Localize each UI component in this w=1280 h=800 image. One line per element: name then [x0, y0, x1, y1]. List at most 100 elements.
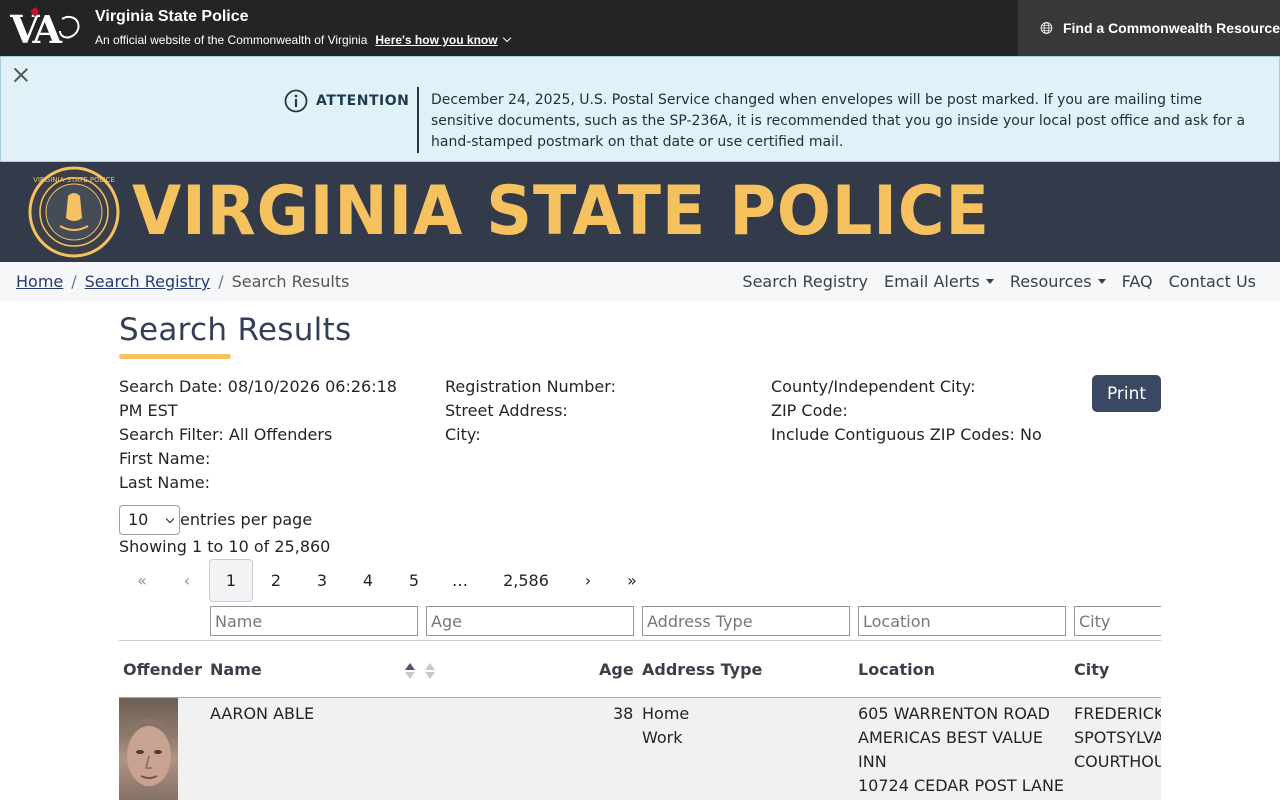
city-filter-input[interactable]	[1074, 606, 1161, 636]
official-site-text: An official website of the Commonwealth …	[95, 33, 368, 47]
offender-name[interactable]: AARON ABLE	[210, 702, 314, 726]
caret-down-icon	[1097, 279, 1106, 284]
agency-title: Virginia State Police	[95, 8, 249, 25]
commonwealth-bar: VA Virginia State Police An official web…	[0, 0, 1280, 56]
first-name-criteria: First Name:	[119, 449, 211, 468]
page-button-3[interactable]: 3	[299, 559, 345, 602]
attention-banner: ATTENTION December 24, 2025, U.S. Postal…	[0, 56, 1280, 162]
search-criteria-col2: Registration Number: Street Address: Cit…	[445, 375, 745, 447]
nav-resources-label: Resources	[1009, 272, 1092, 291]
find-resource-button[interactable]: Find a Commonwealth Resource	[1018, 0, 1280, 56]
location-cell: 605 WARRENTON ROAD AMERICAS BEST VALUE I…	[858, 702, 1064, 798]
search-criteria-col3: County/Independent City: ZIP Code: Inclu…	[771, 375, 1091, 447]
table-row[interactable]: AARON ABLE 38 Home Work 605 WARRENTON RO…	[119, 698, 1161, 800]
nav-email-alerts-label: Email Alerts	[883, 272, 980, 291]
location-line: INN	[858, 752, 887, 771]
breadcrumb: Home / Search Registry / Search Results	[16, 272, 349, 291]
entries-per-page-value: 10	[128, 510, 149, 529]
caret-down-icon	[985, 279, 994, 284]
results-table: Offender Name Age Address Type Location …	[119, 640, 1161, 800]
nav-faq[interactable]: FAQ	[1122, 272, 1153, 291]
city-criteria: City:	[445, 425, 481, 444]
last-name-criteria: Last Name:	[119, 473, 211, 492]
nav-contact-us[interactable]: Contact Us	[1169, 272, 1256, 291]
navbar: Home / Search Registry / Search Results Sear…	[0, 262, 1280, 302]
chevron-down-icon	[165, 514, 175, 524]
breadcrumb-separator: /	[71, 272, 77, 291]
column-header-name[interactable]: Name	[210, 660, 262, 679]
county-criteria: County/Independent City:	[771, 377, 976, 396]
site-title: VIRGINIA STATE POLICE	[132, 172, 990, 251]
seal-text: VIRGINIA STATE POLICE	[33, 176, 115, 184]
location-line: 10724 CEDAR POST LANE	[858, 776, 1065, 795]
city-line: COURTHOUSE	[1074, 752, 1161, 771]
location-filter-input[interactable]	[858, 606, 1066, 636]
close-icon[interactable]	[11, 65, 31, 85]
how-you-know-toggle[interactable]: Here's how you know	[375, 33, 511, 47]
main-nav: Search Registry Email Alerts Resources F…	[742, 272, 1256, 291]
how-you-know-label: Here's how you know	[375, 33, 498, 47]
zip-code-criteria: ZIP Code:	[771, 401, 848, 420]
sort-ascending-icon[interactable]	[403, 662, 417, 680]
site-header-banner: VIRGINIA STATE POLICE VIRGINIA STATE POL…	[0, 162, 1280, 262]
showing-count: Showing 1 to 10 of 25,860	[119, 537, 331, 556]
address-type-cell: Home Work	[642, 702, 689, 750]
nav-email-alerts[interactable]: Email Alerts	[884, 272, 994, 291]
title-underline	[119, 354, 231, 359]
entries-per-page-select[interactable]: 10	[119, 505, 180, 535]
info-icon	[284, 89, 308, 113]
search-criteria-col1: Search Date: 08/10/2026 06:26:18 PM EST …	[119, 375, 419, 495]
page-button-last-number[interactable]: 2,586	[483, 559, 569, 602]
column-header-location[interactable]: Location	[858, 660, 935, 679]
column-header-city[interactable]: City	[1074, 660, 1109, 679]
attention-label: ATTENTION	[316, 93, 410, 109]
offender-age: 38	[613, 704, 634, 723]
official-site-notice: An official website of the Commonwealth …	[95, 33, 511, 47]
city-line: FREDERICKSBURG	[1074, 704, 1161, 723]
address-type-home: Home	[642, 704, 690, 723]
name-filter-input[interactable]	[210, 606, 418, 636]
offender-photo[interactable]	[119, 698, 178, 800]
location-line: 605 WARRENTON ROAD	[858, 704, 1050, 723]
contiguous-zip-criteria: Include Contiguous ZIP Codes: No	[771, 425, 1042, 444]
address-type-work: Work	[642, 728, 683, 747]
city-cell: FREDERICKSBURG SPOTSYLVANIA COURTHOUSE	[1074, 702, 1161, 774]
globe-icon	[1040, 22, 1053, 34]
address-type-filter-input[interactable]	[642, 606, 850, 636]
state-police-seal-icon[interactable]: VIRGINIA STATE POLICE	[28, 166, 120, 258]
breadcrumb-home-link[interactable]: Home	[16, 272, 63, 291]
entries-per-page-label: entries per page	[180, 510, 313, 529]
sort-icon[interactable]	[423, 662, 437, 680]
page-button-4[interactable]: 4	[345, 559, 391, 602]
page-title: Search Results	[119, 312, 352, 348]
offender-face-image	[127, 719, 171, 786]
location-line: AMERICAS BEST VALUE	[858, 728, 1043, 747]
page-last-button[interactable]: »	[607, 559, 657, 602]
breadcrumb-separator: /	[218, 272, 224, 291]
page-prev-button[interactable]: ‹	[165, 559, 209, 602]
page-first-button[interactable]: «	[119, 559, 165, 602]
breadcrumb-current: Search Results	[231, 272, 350, 291]
attention-message: December 24, 2025, U.S. Postal Service c…	[431, 92, 1246, 150]
nav-search-registry[interactable]: Search Registry	[742, 272, 868, 291]
chevron-down-icon	[502, 33, 511, 43]
street-address-criteria: Street Address:	[445, 401, 568, 420]
page-ellipsis: …	[452, 571, 468, 590]
virginia-logo-icon[interactable]: VA	[10, 5, 82, 49]
page-button-5[interactable]: 5	[391, 559, 437, 602]
page-next-button[interactable]: ›	[569, 559, 607, 602]
search-filter: Search Filter: All Offenders	[119, 425, 333, 444]
age-filter-input[interactable]	[426, 606, 634, 636]
breadcrumb-search-registry-link[interactable]: Search Registry	[85, 272, 211, 291]
registration-number-criteria: Registration Number:	[445, 377, 616, 396]
nav-resources[interactable]: Resources	[1010, 272, 1106, 291]
print-button[interactable]: Print	[1092, 375, 1161, 412]
column-header-age[interactable]: Age	[599, 660, 634, 679]
pagination: « ‹ 1 2 3 4 5 … 2,586 › »	[119, 559, 657, 602]
page-button-1[interactable]: 1	[209, 559, 253, 602]
column-header-address-type[interactable]: Address Type	[642, 660, 762, 679]
page-button-2[interactable]: 2	[253, 559, 299, 602]
city-line: SPOTSYLVANIA	[1074, 728, 1161, 747]
column-header-offender[interactable]: Offender	[123, 660, 202, 679]
find-resource-label: Find a Commonwealth Resource	[1062, 20, 1280, 36]
